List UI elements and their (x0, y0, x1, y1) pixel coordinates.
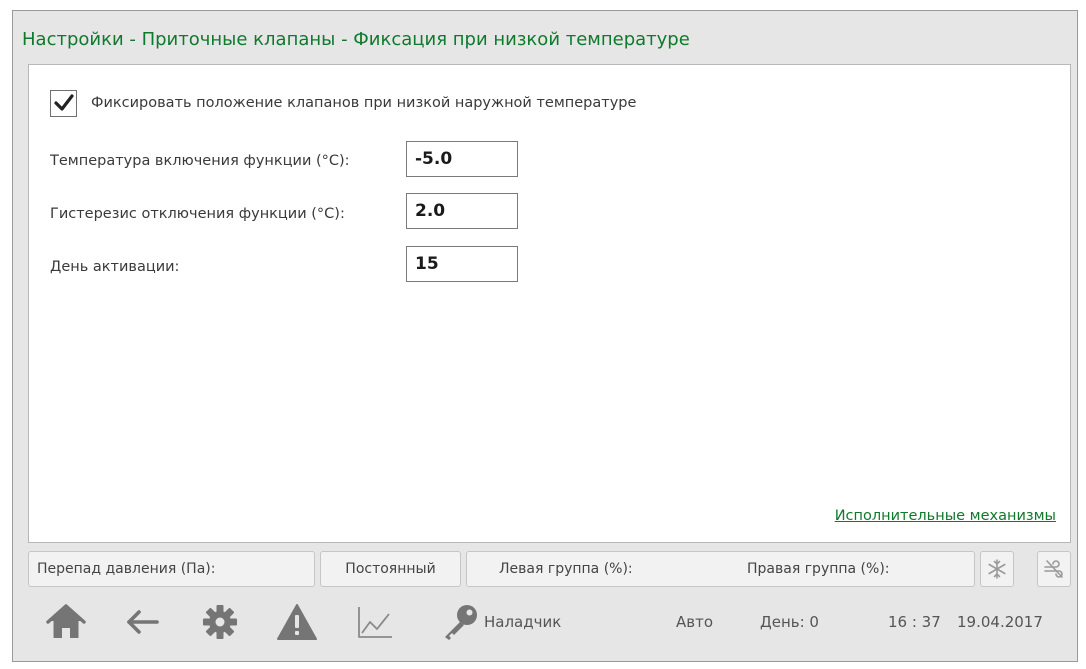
snowflake-icon (988, 559, 1006, 579)
warning-icon (277, 604, 317, 640)
right-group-label: Правая группа (%): (747, 561, 890, 577)
page-title: Настройки - Приточные клапаны - Фиксация… (22, 29, 690, 50)
day-counter-label: День: 0 (760, 613, 819, 631)
wind-button[interactable] (1037, 551, 1071, 587)
pressure-diff-cell: Перепад давления (Па): (28, 551, 315, 587)
frost-mode-button[interactable] (980, 551, 1014, 587)
pressure-diff-label: Перепад давления (Па): (37, 561, 216, 577)
home-button[interactable] (44, 598, 88, 646)
clock-date: 19.04.2017 (957, 613, 1043, 631)
activation-temp-field[interactable]: -5.0 (406, 141, 518, 177)
fix-valves-checkbox[interactable] (50, 89, 77, 117)
activation-temp-label: Температура включения функции (°C): (50, 153, 350, 169)
hysteresis-field[interactable]: 2.0 (406, 193, 518, 229)
mode-cell: Постоянный (320, 551, 461, 587)
chart-icon (358, 607, 392, 638)
activation-day-field[interactable]: 15 (406, 246, 518, 282)
user-role-label: Наладчик (484, 613, 562, 631)
settings-button[interactable] (198, 598, 242, 646)
groups-cell: Левая группа (%): Правая группа (%): (466, 551, 975, 587)
charts-button[interactable] (353, 598, 397, 646)
checkmark-icon (53, 94, 74, 111)
settings-panel (28, 64, 1071, 543)
back-button[interactable] (120, 598, 164, 646)
left-group-label: Левая группа (%): (499, 561, 633, 577)
fix-valves-label: Фиксировать положение клапанов при низко… (91, 95, 637, 111)
home-icon (46, 604, 86, 638)
activation-day-label: День активации: (50, 259, 180, 275)
gear-icon (203, 605, 237, 639)
alarms-button[interactable] (274, 598, 320, 646)
fix-valves-row[interactable]: Фиксировать положение клапанов при низко… (50, 88, 636, 118)
access-key-button[interactable] (438, 598, 482, 646)
mode-label: Постоянный (345, 561, 436, 577)
back-arrow-icon (127, 610, 159, 634)
control-mode-label: Авто (676, 613, 714, 631)
key-icon (445, 605, 477, 640)
clock-time: 16 : 37 (888, 613, 941, 631)
hysteresis-label: Гистерезис отключения функции (°C): (50, 206, 345, 222)
actuators-link[interactable]: Исполнительные механизмы (835, 508, 1056, 524)
wind-off-icon (1044, 560, 1063, 578)
